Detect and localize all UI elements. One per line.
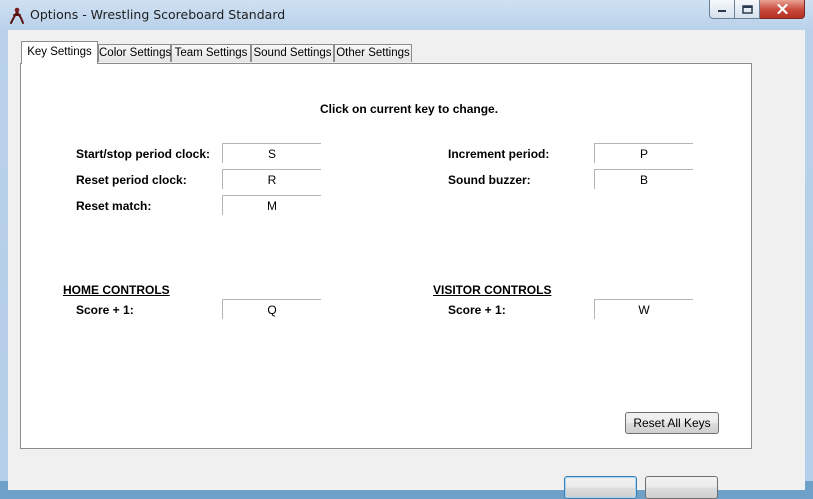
dialog-client-area: Key Settings Color Settings Team Setting… — [8, 30, 805, 499]
close-button[interactable] — [760, 0, 805, 19]
maximize-button[interactable] — [735, 0, 760, 19]
maximize-icon — [741, 4, 753, 14]
title-bar[interactable]: Options - Wrestling Scoreboard Standard — [0, 0, 813, 30]
visitor-score-key[interactable]: W — [594, 299, 693, 319]
minimize-button[interactable] — [709, 0, 735, 19]
reset-all-keys-button[interactable]: Reset All Keys — [625, 412, 719, 434]
home-score-label: Score + 1: — [76, 303, 134, 317]
cancel-button[interactable] — [645, 476, 718, 499]
visitor-controls-header: VISITOR CONTROLS — [433, 283, 552, 297]
reset-match-key[interactable]: M — [222, 195, 321, 215]
instruction-text: Click on current key to change. — [320, 102, 499, 116]
reset-period-clock-label: Reset period clock: — [76, 173, 187, 187]
tab-other-settings[interactable]: Other Settings — [334, 44, 412, 62]
wrestler-app-icon — [10, 7, 24, 24]
tab-sound-settings[interactable]: Sound Settings — [251, 44, 334, 62]
reset-match-label: Reset match: — [76, 199, 152, 213]
key-settings-panel: Click on current key to change. Start/st… — [20, 63, 752, 449]
visitor-score-label: Score + 1: — [448, 303, 506, 317]
ok-button[interactable] — [564, 476, 637, 499]
home-score-key[interactable]: Q — [222, 299, 321, 319]
close-icon — [776, 4, 788, 14]
start-stop-clock-label: Start/stop period clock: — [76, 147, 211, 161]
sound-buzzer-label: Sound buzzer: — [448, 173, 531, 187]
minimize-icon — [718, 10, 726, 12]
sound-buzzer-key[interactable]: B — [594, 169, 693, 189]
increment-period-key[interactable]: P — [594, 143, 693, 163]
reset-period-clock-key[interactable]: R — [222, 169, 321, 189]
caption-buttons — [709, 0, 805, 20]
start-stop-clock-key[interactable]: S — [222, 143, 321, 163]
window-title: Options - Wrestling Scoreboard Standard — [30, 7, 286, 22]
tab-team-settings[interactable]: Team Settings — [171, 44, 251, 62]
options-window: Options - Wrestling Scoreboard Standard … — [0, 0, 813, 499]
tab-color-settings[interactable]: Color Settings — [98, 44, 171, 62]
home-controls-header: HOME CONTROLS — [63, 283, 170, 297]
tab-key-settings[interactable]: Key Settings — [21, 41, 98, 64]
increment-period-label: Increment period: — [448, 147, 550, 161]
